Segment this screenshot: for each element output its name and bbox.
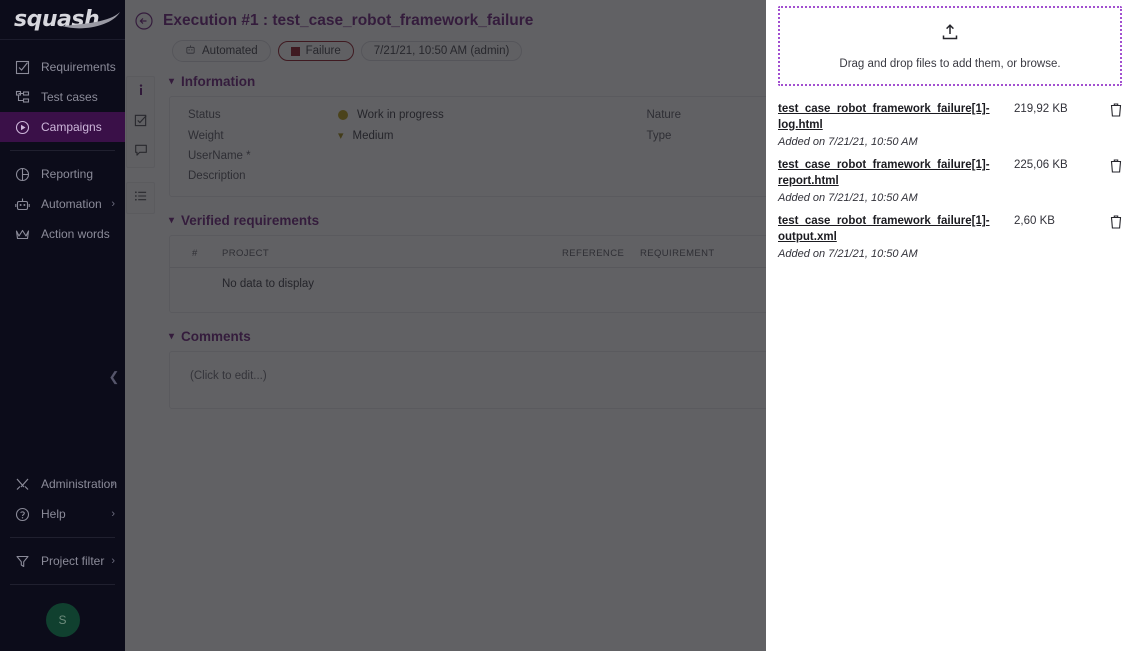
sidebar-main-items: Requirements Test cases Campaigns Report… — [0, 40, 125, 249]
logo-text: squash — [14, 7, 100, 32]
campaigns-icon — [14, 119, 31, 136]
attachment-name-link[interactable]: test_case_robot_framework_failure[1]-out… — [778, 214, 1014, 245]
trash-icon[interactable] — [1096, 158, 1122, 173]
app-logo[interactable]: squash — [0, 0, 125, 40]
sidebar-item-requirements[interactable]: Requirements — [0, 52, 125, 82]
attachments-panel: Drag and drop files to add them, or brow… — [766, 0, 1134, 651]
sidebar-item-administration[interactable]: Administration › — [0, 469, 125, 499]
sidebar-item-label: Action words — [41, 227, 110, 241]
sidebar-item-label: Test cases — [41, 90, 98, 104]
administration-icon — [14, 476, 31, 493]
test-cases-icon — [14, 89, 31, 106]
sidebar-item-label: Project filter — [41, 554, 105, 568]
avatar[interactable]: S — [45, 603, 80, 637]
attachment-name-link[interactable]: test_case_robot_framework_failure[1]-rep… — [778, 158, 1014, 189]
attachment-name-block: test_case_robot_framework_failure[1]-out… — [778, 214, 1014, 260]
sidebar-divider — [10, 537, 115, 538]
sidebar-collapse-button[interactable]: ❮ — [106, 365, 122, 389]
sidebar-item-label: Help — [41, 507, 66, 521]
sidebar-item-project-filter[interactable]: Project filter › — [0, 546, 125, 576]
attachment-size: 225,06 KB — [1014, 159, 1068, 171]
file-dropzone[interactable]: Drag and drop files to add them, or brow… — [778, 6, 1122, 86]
help-question-icon — [14, 506, 31, 523]
sidebar-item-label: Administration — [41, 477, 118, 491]
trash-icon[interactable] — [1096, 102, 1122, 117]
attachment-added-date: Added on 7/21/21, 10:50 AM — [778, 136, 918, 148]
sidebar-item-campaigns[interactable]: Campaigns — [0, 112, 125, 142]
sidebar-item-help[interactable]: Help › — [0, 499, 125, 529]
attachment-name-block: test_case_robot_framework_failure[1]-log… — [778, 102, 1014, 148]
attachment-added-date: Added on 7/21/21, 10:50 AM — [778, 248, 918, 260]
dropzone-label: Drag and drop files to add them, or brow… — [839, 57, 1061, 70]
attachment-item: test_case_robot_framework_failure[1]-rep… — [778, 152, 1122, 208]
reporting-icon — [14, 166, 31, 183]
automation-robot-icon — [14, 196, 31, 213]
avatar-container: S — [0, 593, 125, 651]
chevron-right-icon: › — [111, 478, 115, 490]
sidebar-item-action-words[interactable]: Action words — [0, 219, 125, 249]
app-root: squash Requirements Test cases Campaigns… — [0, 0, 1134, 651]
sidebar-divider — [10, 584, 115, 585]
upload-icon — [940, 23, 960, 48]
sidebar-divider — [10, 150, 115, 151]
filter-funnel-icon — [14, 553, 31, 570]
attachment-name-link[interactable]: test_case_robot_framework_failure[1]-log… — [778, 102, 1014, 133]
sidebar-item-reporting[interactable]: Reporting — [0, 159, 125, 189]
chevron-right-icon: › — [111, 508, 115, 520]
attachment-size: 2,60 KB — [1014, 215, 1055, 227]
sidebar-item-automation[interactable]: Automation › — [0, 189, 125, 219]
attachment-size: 219,92 KB — [1014, 103, 1068, 115]
trash-icon[interactable] — [1096, 214, 1122, 229]
requirements-icon — [14, 59, 31, 76]
chevron-right-icon: › — [111, 198, 115, 210]
attachment-name-block: test_case_robot_framework_failure[1]-rep… — [778, 158, 1014, 204]
sidebar-item-label: Automation — [41, 197, 102, 211]
attachment-item: test_case_robot_framework_failure[1]-out… — [778, 208, 1122, 264]
sidebar-bottom-items: Administration › Help › Project filter › — [0, 469, 125, 651]
sidebar-item-label: Reporting — [41, 167, 94, 181]
chevron-right-icon: › — [111, 555, 115, 567]
attachment-added-date: Added on 7/21/21, 10:50 AM — [778, 192, 918, 204]
sidebar: squash Requirements Test cases Campaigns… — [0, 0, 125, 651]
sidebar-item-label: Requirements — [41, 60, 116, 74]
action-words-crown-icon — [14, 226, 31, 243]
sidebar-item-test-cases[interactable]: Test cases — [0, 82, 125, 112]
attachment-list: test_case_robot_framework_failure[1]-log… — [778, 86, 1122, 264]
attachment-item: test_case_robot_framework_failure[1]-log… — [778, 96, 1122, 152]
sidebar-item-label: Campaigns — [41, 120, 102, 134]
